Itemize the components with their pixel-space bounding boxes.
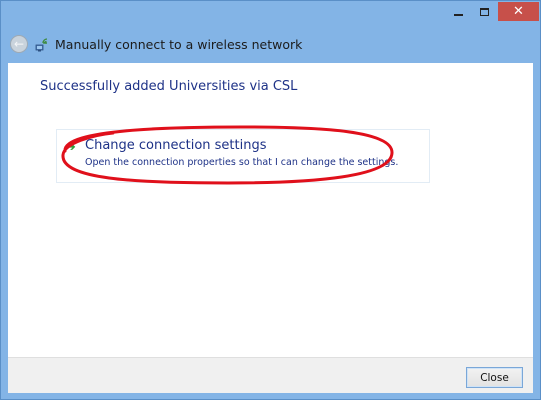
dialog-title: Manually connect to a wireless network — [55, 36, 303, 52]
red-highlight-ellipse — [61, 125, 394, 185]
dialog-header: ← Manually connect to a wireless network — [8, 25, 533, 63]
dialog-footer: Close — [8, 357, 533, 393]
maximize-button[interactable] — [471, 2, 497, 21]
close-button[interactable]: Close — [466, 367, 523, 388]
window-close-button[interactable]: ✕ — [498, 2, 539, 21]
title-bar[interactable]: ✕ — [1, 1, 540, 25]
maximize-icon — [479, 7, 489, 16]
wireless-network-icon — [34, 36, 50, 52]
back-button[interactable]: ← — [10, 35, 28, 53]
dialog-window: ✕ ← Manually connect to a wireless netwo… — [0, 0, 541, 400]
minimize-button[interactable] — [445, 2, 471, 21]
minimize-icon — [453, 13, 463, 16]
success-message: Successfully added Universities via CSL — [40, 79, 298, 94]
back-arrow-icon: ← — [13, 37, 25, 51]
dialog-content: Successfully added Universities via CSL … — [8, 63, 533, 357]
close-icon: ✕ — [513, 4, 524, 19]
